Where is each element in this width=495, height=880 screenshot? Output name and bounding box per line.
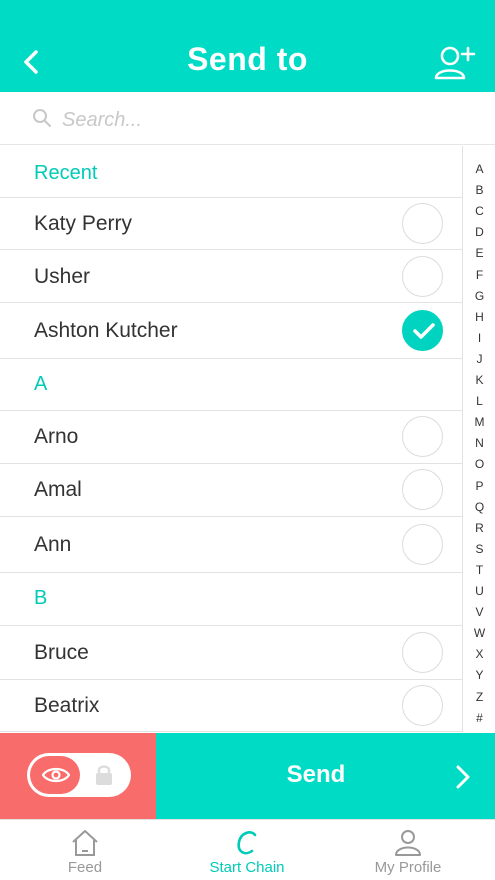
section-title: A [34,373,48,395]
contact-row[interactable]: Katy Perry [0,198,462,250]
tab-feed[interactable]: Feed [15,820,155,880]
index-letter[interactable]: R [463,521,495,535]
index-letter[interactable]: P [463,479,495,493]
index-letter[interactable]: S [463,542,495,556]
index-letter[interactable]: I [463,331,495,345]
index-letter[interactable]: K [463,373,495,387]
select-checkbox[interactable] [402,524,443,565]
index-letter[interactable]: M [463,415,495,429]
select-checkbox[interactable] [402,469,443,510]
index-letter[interactable]: E [463,246,495,260]
index-letter[interactable]: V [463,605,495,619]
section-header-a: A [0,359,462,411]
index-letter[interactable]: T [463,563,495,577]
section-title: Recent [34,162,98,184]
index-letter[interactable]: Y [463,668,495,682]
chain-c-icon [237,831,257,855]
tab-my-profile[interactable]: My Profile [338,820,478,880]
index-letter[interactable]: A [463,162,495,176]
tab-label: Start Chain [209,859,285,876]
lock-icon [96,765,112,785]
index-letter[interactable]: H [463,310,495,324]
select-checkbox[interactable] [402,416,443,457]
select-checkbox[interactable] [402,685,443,726]
index-letter[interactable]: N [463,436,495,450]
contact-row[interactable]: Amal [0,464,462,517]
section-header-recent: Recent [0,146,462,198]
toggle-knob [30,756,80,794]
index-letter[interactable]: G [463,289,495,303]
index-letter[interactable]: B [463,183,495,197]
home-icon [72,830,98,856]
eye-icon [42,767,70,783]
contact-name: Usher [34,265,91,288]
contact-row[interactable]: Bruce [0,626,462,680]
index-letter[interactable]: U [463,584,495,598]
privacy-panel [0,733,156,819]
tab-start-chain[interactable]: Start Chain [177,820,317,880]
contact-row[interactable]: Arno [0,411,462,464]
index-letter[interactable]: O [463,457,495,471]
search-input[interactable] [62,104,442,136]
index-letter[interactable]: Z [463,690,495,704]
chevron-right-icon [456,765,470,789]
checkmark-icon [413,323,435,339]
index-letter[interactable]: # [463,711,495,725]
contact-name: Katy Perry [34,212,133,235]
contact-name: Beatrix [34,694,100,717]
search-icon [33,109,51,127]
index-letter[interactable]: D [463,225,495,239]
contact-name: Bruce [34,641,89,664]
send-label: Send [286,761,346,788]
tab-label: Feed [67,859,103,876]
contact-name: Arno [34,425,79,448]
add-user-button[interactable] [433,44,477,82]
contact-name: Ashton Kutcher [34,319,178,342]
select-checkbox[interactable] [402,203,443,244]
index-letter[interactable]: J [463,352,495,366]
select-checkbox-checked[interactable] [402,310,443,351]
alphabet-index[interactable]: A B C D E F G H I J K L M N O P Q R S T U V W X Y Z # [462,146,495,732]
send-button[interactable]: Send [156,733,495,819]
tab-bar: Feed Start Chain My Profile [0,819,495,880]
contact-name: Amal [34,478,82,501]
header-bar: Send to [0,0,495,92]
select-checkbox[interactable] [402,256,443,297]
tab-label: My Profile [374,859,442,876]
person-icon [395,830,421,856]
contact-list: Recent Katy Perry Usher Ashton Kutcher A… [0,146,462,732]
section-title: B [34,587,48,609]
contact-row[interactable]: Ashton Kutcher [0,303,462,359]
section-header-b: B [0,573,462,626]
contact-row[interactable]: Ann [0,517,462,573]
index-letter[interactable]: X [463,647,495,661]
select-checkbox[interactable] [402,632,443,673]
page-title: Send to [187,41,308,77]
index-letter[interactable]: W [463,626,495,640]
contact-name: Ann [34,533,72,556]
add-user-icon [434,46,476,80]
contact-row[interactable]: Usher [0,250,462,303]
index-letter[interactable]: Q [463,500,495,514]
privacy-toggle[interactable] [27,753,131,797]
contact-row[interactable]: Beatrix [0,680,462,732]
index-letter[interactable]: F [463,268,495,282]
index-letter[interactable]: L [463,394,495,408]
index-letter[interactable]: C [463,204,495,218]
